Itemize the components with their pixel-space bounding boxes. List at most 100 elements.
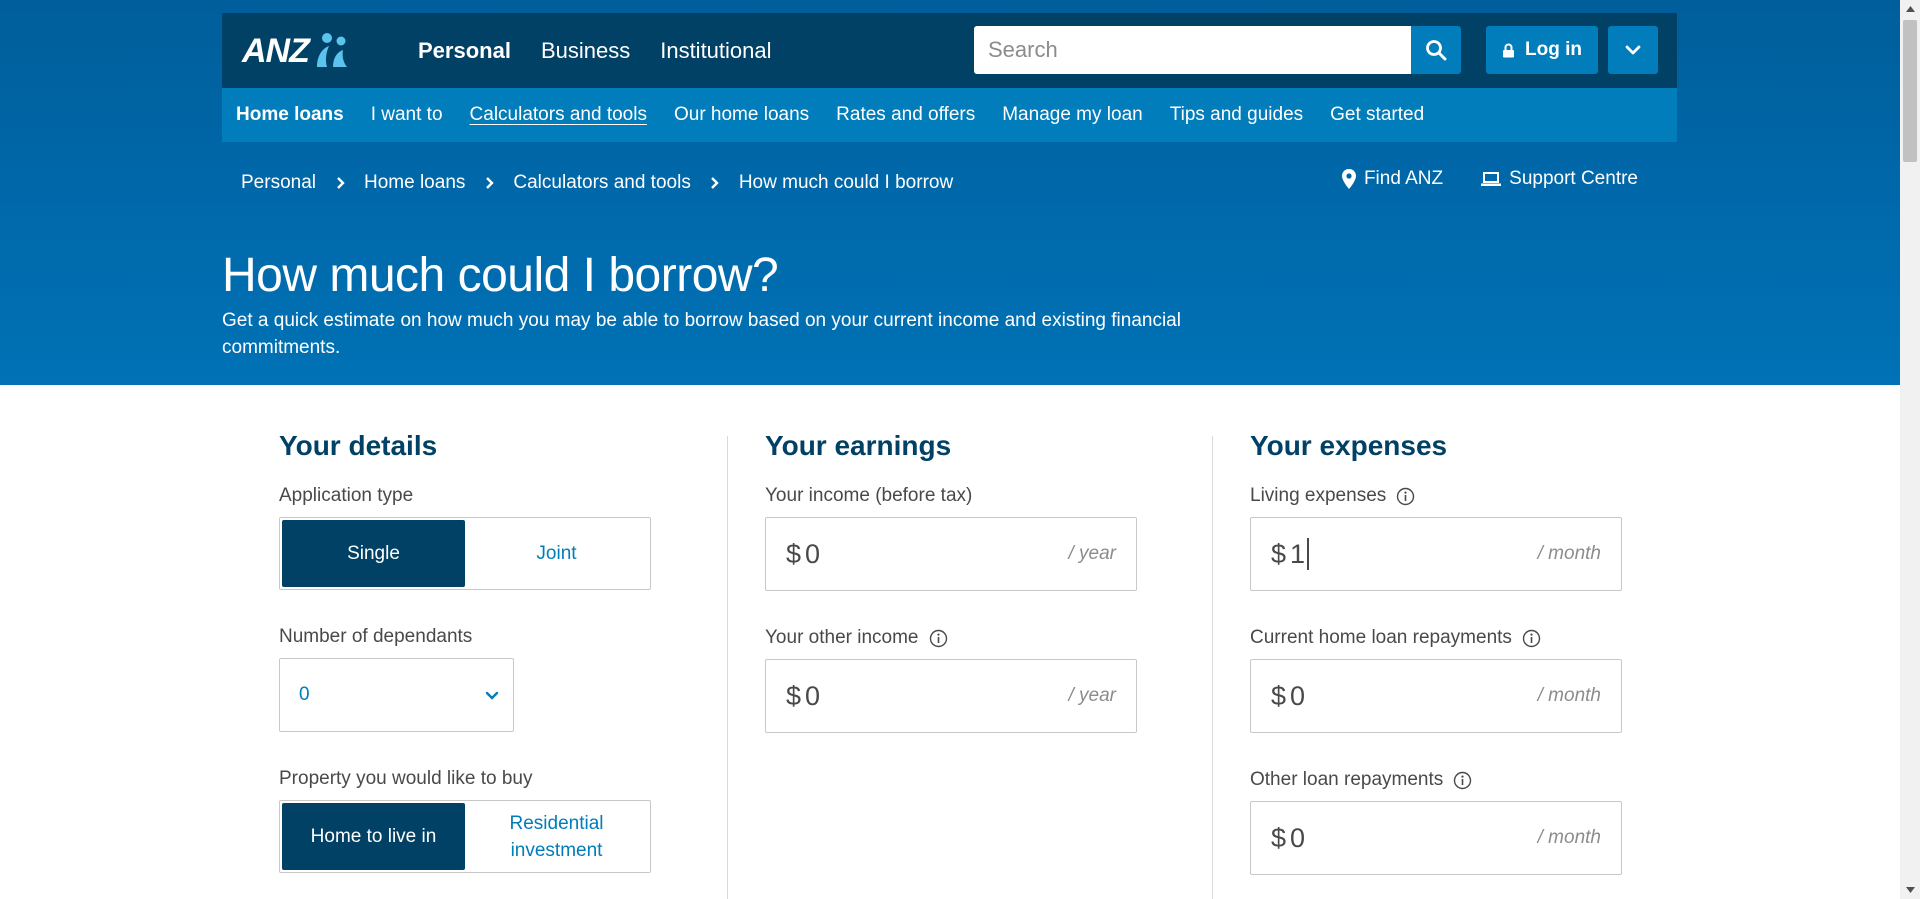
dependants-label: Number of dependants: [279, 626, 473, 647]
earnings-heading: Your earnings: [765, 430, 952, 461]
page-scrollbar[interactable]: [1900, 0, 1920, 899]
other-loan-repayments-input[interactable]: $ 0 / month: [1250, 801, 1622, 875]
hero-banner: ANZ Personal Business Institutional Sear…: [0, 0, 1900, 385]
utility-links: Find ANZ Support Centre: [1341, 168, 1638, 190]
breadcrumb-calculators[interactable]: Calculators and tools: [513, 172, 690, 194]
search-icon: [1426, 40, 1447, 61]
column-divider: [727, 436, 728, 899]
details-heading: Your details: [279, 430, 438, 461]
expenses-heading: Your expenses: [1250, 430, 1448, 461]
scroll-up-arrow-icon[interactable]: [1900, 0, 1920, 18]
home-loan-repayments-unit: / month: [1537, 685, 1601, 706]
support-centre-link[interactable]: Support Centre: [1481, 168, 1638, 190]
nav-manage-my-loan[interactable]: Manage my loan: [1002, 104, 1142, 126]
home-loan-repayments-value: 0: [1290, 680, 1306, 711]
login-label: Log in: [1525, 39, 1582, 60]
other-loan-repayments-value: 0: [1290, 822, 1306, 853]
currency-symbol: $: [786, 680, 802, 711]
column-divider: [1212, 436, 1213, 899]
anz-logo[interactable]: ANZ: [242, 29, 351, 73]
living-expenses-value: 1: [1290, 538, 1306, 569]
other-income-field: Your other income $ 0 / year: [765, 626, 1137, 733]
expenses-column: Your expenses Living expenses $ 1 / mont…: [1250, 430, 1622, 899]
living-expenses-label: Living expenses: [1250, 485, 1387, 506]
anz-people-icon: [316, 33, 347, 67]
breadcrumb: Personal Home loans Calculators and tool…: [241, 170, 953, 196]
segment-business[interactable]: Business: [541, 38, 630, 64]
logo-wordmark: ANZ: [242, 31, 310, 70]
other-income-unit: / year: [1068, 685, 1116, 706]
segment-nav: Personal Business Institutional: [418, 13, 772, 88]
currency-symbol: $: [1271, 680, 1287, 711]
property-type-toggle: Home to live in Residential investment: [279, 800, 651, 873]
search-input[interactable]: [974, 26, 1411, 74]
application-type-single[interactable]: Single: [282, 520, 465, 587]
chevron-down-icon: [1625, 45, 1641, 55]
nav-get-started[interactable]: Get started: [1330, 104, 1424, 126]
other-income-label: Your other income: [765, 627, 919, 648]
application-type-toggle: Single Joint: [279, 517, 651, 590]
lock-icon: [1503, 43, 1514, 57]
nav-tips-and-guides[interactable]: Tips and guides: [1170, 104, 1303, 126]
nav-rates-and-offers[interactable]: Rates and offers: [836, 104, 975, 126]
scroll-down-arrow-icon[interactable]: [1900, 881, 1920, 899]
living-expenses-unit: / month: [1537, 543, 1601, 564]
breadcrumb-current: How much could I borrow: [738, 172, 954, 193]
details-column: Your details Application type Single Joi…: [279, 430, 651, 899]
currency-symbol: $: [1271, 822, 1287, 853]
chevron-right-icon: [691, 176, 739, 190]
top-bar: ANZ Personal Business Institutional Sear…: [222, 13, 1677, 88]
info-icon[interactable]: [1522, 629, 1541, 648]
nav-our-home-loans[interactable]: Our home loans: [674, 104, 809, 126]
find-anz-label: Find ANZ: [1363, 168, 1444, 189]
dependants-value: 0: [299, 684, 310, 705]
application-type-field: Application type Single Joint: [279, 484, 651, 590]
chevron-down-icon: [485, 691, 499, 700]
breadcrumb-home-loans[interactable]: Home loans: [364, 172, 465, 194]
find-anz-link[interactable]: Find ANZ: [1341, 168, 1444, 190]
other-loan-repayments-field: Other loan repayments $ 0 / month: [1250, 768, 1622, 875]
income-input[interactable]: $ 0 / year: [765, 517, 1137, 591]
section-title: Home loans: [236, 104, 344, 125]
application-type-joint[interactable]: Joint: [465, 520, 648, 587]
page-title: How much could I borrow?: [222, 249, 779, 302]
chevron-right-icon: [465, 176, 513, 190]
other-loan-repayments-label: Other loan repayments: [1250, 769, 1444, 790]
other-income-value: 0: [805, 680, 821, 711]
income-unit: / year: [1068, 543, 1116, 564]
scrollbar-thumb[interactable]: [1903, 20, 1917, 162]
property-residential-investment[interactable]: Residential investment: [465, 803, 648, 870]
income-field: Your income (before tax) $ 0 / year: [765, 484, 1137, 591]
other-income-input[interactable]: $ 0 / year: [765, 659, 1137, 733]
living-expenses-input[interactable]: $ 1 / month: [1250, 517, 1622, 591]
info-icon[interactable]: [1453, 771, 1472, 790]
section-nav: Home loans I want to Calculators and too…: [222, 88, 1677, 142]
login-button[interactable]: Log in: [1486, 26, 1598, 74]
support-centre-label: Support Centre: [1509, 168, 1638, 189]
info-icon[interactable]: [929, 629, 948, 648]
text-cursor: [1307, 538, 1310, 570]
home-loan-repayments-input[interactable]: $ 0 / month: [1250, 659, 1622, 733]
property-home-to-live-in[interactable]: Home to live in: [282, 803, 465, 870]
search-button[interactable]: [1411, 26, 1461, 74]
segment-institutional[interactable]: Institutional: [660, 38, 771, 64]
login-options-button[interactable]: [1608, 26, 1658, 74]
nav-i-want-to[interactable]: I want to: [371, 104, 443, 126]
income-label: Your income (before tax): [765, 485, 973, 506]
home-loan-repayments-label: Current home loan repayments: [1250, 627, 1512, 648]
laptop-icon: [1481, 171, 1502, 186]
page-intro: Get a quick estimate on how much you may…: [222, 310, 1181, 358]
info-icon[interactable]: [1396, 487, 1415, 506]
home-loan-repayments-field: Current home loan repayments $ 0 / month: [1250, 626, 1622, 733]
segment-personal[interactable]: Personal: [418, 38, 511, 64]
dependants-select[interactable]: 0: [279, 658, 514, 732]
property-type-label: Property you would like to buy: [279, 768, 533, 789]
property-type-field: Property you would like to buy Home to l…: [279, 767, 651, 873]
living-expenses-field: Living expenses $ 1 / month: [1250, 484, 1622, 591]
dependants-field: Number of dependants 0: [279, 625, 651, 732]
location-pin-icon: [1341, 169, 1356, 189]
other-loan-repayments-unit: / month: [1537, 827, 1601, 848]
chevron-right-icon: [316, 176, 364, 190]
nav-calculators-and-tools[interactable]: Calculators and tools: [470, 104, 647, 126]
breadcrumb-personal[interactable]: Personal: [241, 172, 316, 194]
